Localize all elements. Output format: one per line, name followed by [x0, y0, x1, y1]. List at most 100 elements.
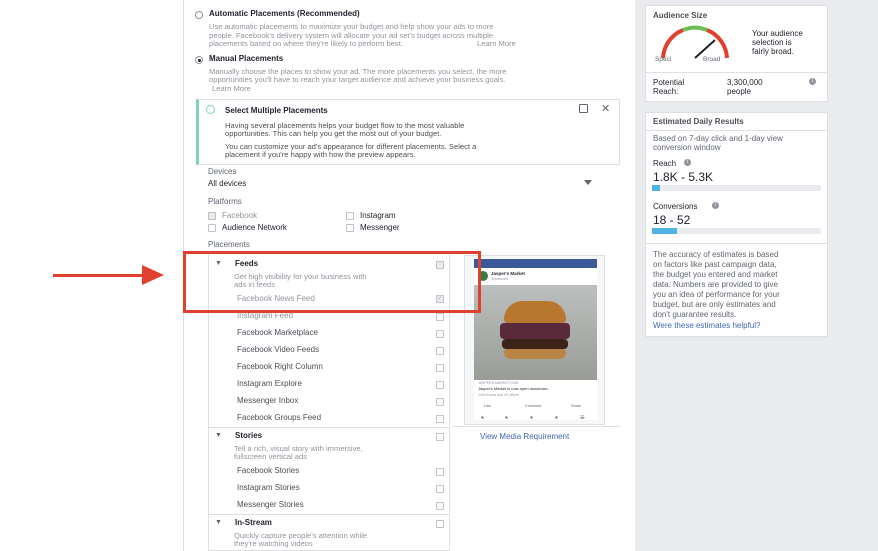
info-icon[interactable]: i [809, 78, 816, 85]
instagram-stories-checkbox[interactable] [436, 485, 444, 493]
tip-title: Select Multiple Placements [225, 106, 328, 115]
facebook-marketplace-checkbox[interactable] [436, 330, 444, 338]
close-icon[interactable]: ✕ [601, 102, 610, 115]
annotation-arrow-shaft [53, 274, 145, 277]
stories-group-title[interactable]: Stories [235, 431, 262, 441]
results-note-1: The accuracy of estimates is based [653, 250, 779, 259]
platforms-label: Platforms [208, 197, 242, 206]
conversions-bar [652, 228, 821, 234]
automatic-placements-desc-1: Use automatic placements to maximize you… [209, 22, 494, 31]
gauge-specific-label: Speci [655, 56, 672, 63]
audience-network-label: Audience Network [222, 223, 287, 232]
preview-search-bar [474, 259, 597, 268]
automatic-placements-desc-3: placements based on where they're likely… [209, 39, 403, 48]
instagram-explore-checkbox[interactable] [436, 381, 444, 389]
automatic-placements-title[interactable]: Automatic Placements (Recommended) [209, 9, 360, 19]
devices-dropdown-icon[interactable] [584, 180, 592, 185]
placement-item-instagram-stories: Instagram Stories [237, 483, 300, 492]
annotation-arrow-head [142, 265, 164, 285]
preview-marketplace-icon: ▪ [530, 413, 533, 422]
preview-headline: Jasper's Market is now open downtown [478, 386, 548, 391]
stories-desc-2: fullscreen vertical ads [234, 452, 308, 461]
facebook-groups-feed-checkbox[interactable] [436, 415, 444, 423]
burger-patty [502, 339, 568, 349]
audience-size-title: Audience Size [653, 11, 708, 20]
feeds-highlight-annotation [183, 251, 481, 313]
instream-group-checkbox[interactable] [436, 520, 444, 528]
preview-notifications-icon: ▪ [555, 413, 558, 422]
burger-bun-bottom [504, 349, 566, 359]
messenger-platform-label: Messenger [360, 223, 400, 232]
audience-summary-3: fairly broad. [752, 47, 794, 56]
info-icon[interactable]: i [712, 202, 719, 209]
devices-value[interactable]: All devices [208, 179, 246, 189]
results-basis-1: Based on 7-day click and 1-day view [653, 134, 783, 143]
facebook-platform-label: Facebook [222, 211, 258, 220]
conversions-bar-fill [652, 228, 678, 234]
conversions-label: Conversions [653, 202, 698, 211]
placement-item-facebook-video-feeds: Facebook Video Feeds [237, 345, 320, 354]
tip-paragraph-1b: opportunities. This can help you get the… [225, 129, 442, 138]
divider [645, 243, 828, 244]
view-media-requirement-link[interactable]: View Media Requirement [480, 432, 569, 442]
divider [645, 72, 828, 73]
results-note-6: budget, but are only estimates and [653, 300, 776, 309]
instream-group-title[interactable]: In-Stream [235, 518, 272, 528]
instagram-platform-checkbox[interactable] [346, 212, 354, 220]
divider [452, 426, 620, 427]
placements-label: Placements [208, 240, 250, 249]
manual-placements-radio[interactable] [195, 56, 203, 64]
tip-paragraph-2b: placement if you're happy with how the p… [225, 150, 416, 159]
facebook-video-feeds-checkbox[interactable] [436, 347, 444, 355]
divider [645, 130, 828, 131]
preview-video-icon: ▪ [505, 413, 508, 422]
reach-bar [652, 185, 821, 191]
automatic-placements-radio[interactable] [195, 11, 203, 19]
burger-filling [500, 323, 570, 339]
results-note-2: on factors like past campaign data, [653, 260, 777, 269]
preview-page-name: Jasper's Market [491, 271, 525, 276]
reach-label: Reach [653, 159, 677, 168]
messenger-inbox-checkbox[interactable] [436, 398, 444, 406]
results-note-7: don't guarantee results. [653, 310, 737, 319]
audience-network-checkbox[interactable] [208, 224, 216, 232]
results-note-5: you an idea of performance for your [653, 290, 780, 299]
preview-home-icon: ▪ [481, 413, 484, 422]
stories-collapse-icon[interactable]: ▼ [215, 432, 222, 439]
info-icon[interactable]: i [684, 159, 691, 166]
estimates-helpful-link[interactable]: Were these estimates helpful? [653, 321, 760, 331]
gauge-broad-label: Broad [703, 56, 721, 63]
manual-placements-desc-2: opportunities you'll have to reach your … [209, 75, 506, 84]
facebook-stories-checkbox[interactable] [436, 468, 444, 476]
bookmark-icon[interactable] [579, 104, 588, 113]
placement-item-facebook-stories: Facebook Stories [237, 466, 300, 475]
manual-placements-title[interactable]: Manual Placements [209, 54, 283, 64]
reach-bar-fill [652, 185, 661, 191]
preview-reactions: John Evans and 29 others [478, 393, 519, 397]
placement-item-messenger-inbox: Messenger Inbox [237, 396, 299, 405]
potential-reach-value-2: people [727, 87, 752, 96]
reach-value: 1.8K - 5.3K [653, 170, 714, 184]
messenger-platform-checkbox[interactable] [346, 224, 354, 232]
devices-label: Devices [208, 167, 237, 176]
instream-collapse-icon[interactable]: ▼ [215, 519, 222, 526]
burger-image [474, 285, 597, 380]
potential-reach-label-2: Reach: [653, 87, 679, 96]
preview-sponsored: Sponsored [491, 277, 508, 281]
preview-menu-icon: ≡ [580, 413, 585, 422]
manual-placements-learn-more-link[interactable]: Learn More [212, 84, 251, 93]
facebook-right-column-checkbox[interactable] [436, 364, 444, 372]
placement-item-messenger-stories: Messenger Stories [237, 500, 304, 509]
instream-desc-2: they're watching videos [234, 539, 313, 548]
instagram-feed-checkbox[interactable] [436, 313, 444, 321]
placement-item-facebook-right-column: Facebook Right Column [237, 362, 323, 371]
automatic-placements-learn-more-link[interactable]: Learn More [477, 39, 516, 48]
preview-like: Like [484, 404, 491, 408]
results-note-3: the budget you entered and market [653, 270, 778, 279]
results-basis-2: conversion window [653, 143, 721, 152]
estimated-results-title: Estimated Daily Results [653, 117, 744, 126]
stories-group-checkbox[interactable] [436, 433, 444, 441]
divider [208, 514, 450, 515]
messenger-stories-checkbox[interactable] [436, 502, 444, 510]
facebook-platform-checkbox[interactable] [208, 212, 216, 220]
